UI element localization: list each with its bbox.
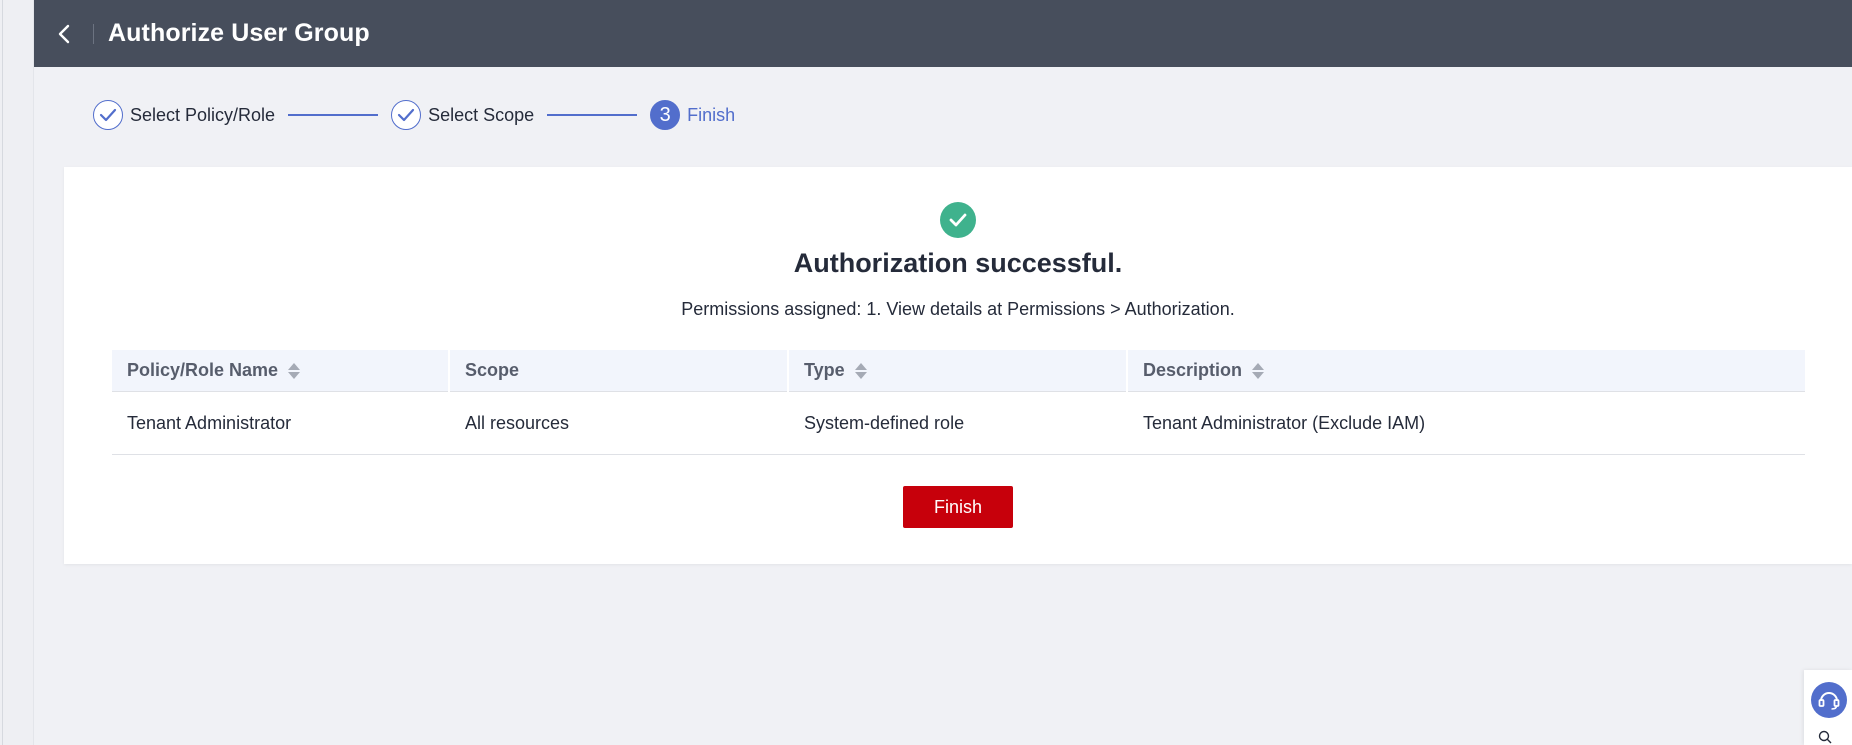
- step-label: Select Policy/Role: [130, 104, 276, 125]
- search-icon[interactable]: [1818, 730, 1832, 745]
- column-header-policy-role-name[interactable]: Policy/Role Name: [112, 350, 450, 392]
- sort-icon[interactable]: [854, 362, 867, 379]
- cell-scope: All resources: [465, 412, 570, 433]
- step-select-scope: Select Scope: [391, 100, 534, 130]
- finish-button[interactable]: Finish: [903, 486, 1013, 528]
- step-connector: [288, 114, 379, 116]
- result-title: Authorization successful.: [793, 248, 1123, 278]
- step-finish: 3 Finish: [650, 100, 735, 130]
- step-connector: [547, 114, 638, 116]
- column-header-description[interactable]: Description: [1128, 350, 1805, 391]
- back-arrow-icon: [58, 24, 70, 43]
- result-description: Permissions assigned: 1. View details at…: [681, 299, 1235, 319]
- column-header-type[interactable]: Type: [789, 350, 1128, 392]
- page-header: Authorize User Group: [34, 0, 1852, 67]
- cell-description: Tenant Administrator (Exclude IAM): [1143, 412, 1426, 433]
- step-select-policy-role: Select Policy/Role: [93, 100, 275, 130]
- customer-service-icon[interactable]: [1811, 682, 1847, 718]
- step-1-check-icon: [93, 100, 123, 130]
- left-edge-strip: [0, 0, 34, 745]
- step-3-number: 3: [650, 100, 681, 130]
- success-check-icon: [940, 202, 976, 238]
- table-header: Policy/Role Name Scope Type Description: [112, 350, 1805, 392]
- table-row: Tenant Administrator All resources Syste…: [112, 392, 1805, 455]
- sort-icon[interactable]: [288, 362, 301, 379]
- step-2-check-icon: [391, 100, 422, 130]
- page-title: Authorize User Group: [108, 19, 370, 47]
- stepper: Select Policy/Role Select Scope 3 Finish: [93, 100, 735, 130]
- permissions-table: Policy/Role Name Scope Type Description …: [112, 350, 1805, 455]
- column-header-scope: Scope: [450, 350, 789, 392]
- cell-type: System-defined role: [804, 412, 965, 433]
- step-label: Select Scope: [428, 104, 535, 125]
- cell-policy-role-name: Tenant Administrator: [127, 412, 292, 433]
- sort-icon[interactable]: [1252, 362, 1265, 379]
- back-button[interactable]: [34, 0, 94, 67]
- floating-help-panel: [1804, 670, 1852, 745]
- step-label: Finish: [687, 104, 736, 125]
